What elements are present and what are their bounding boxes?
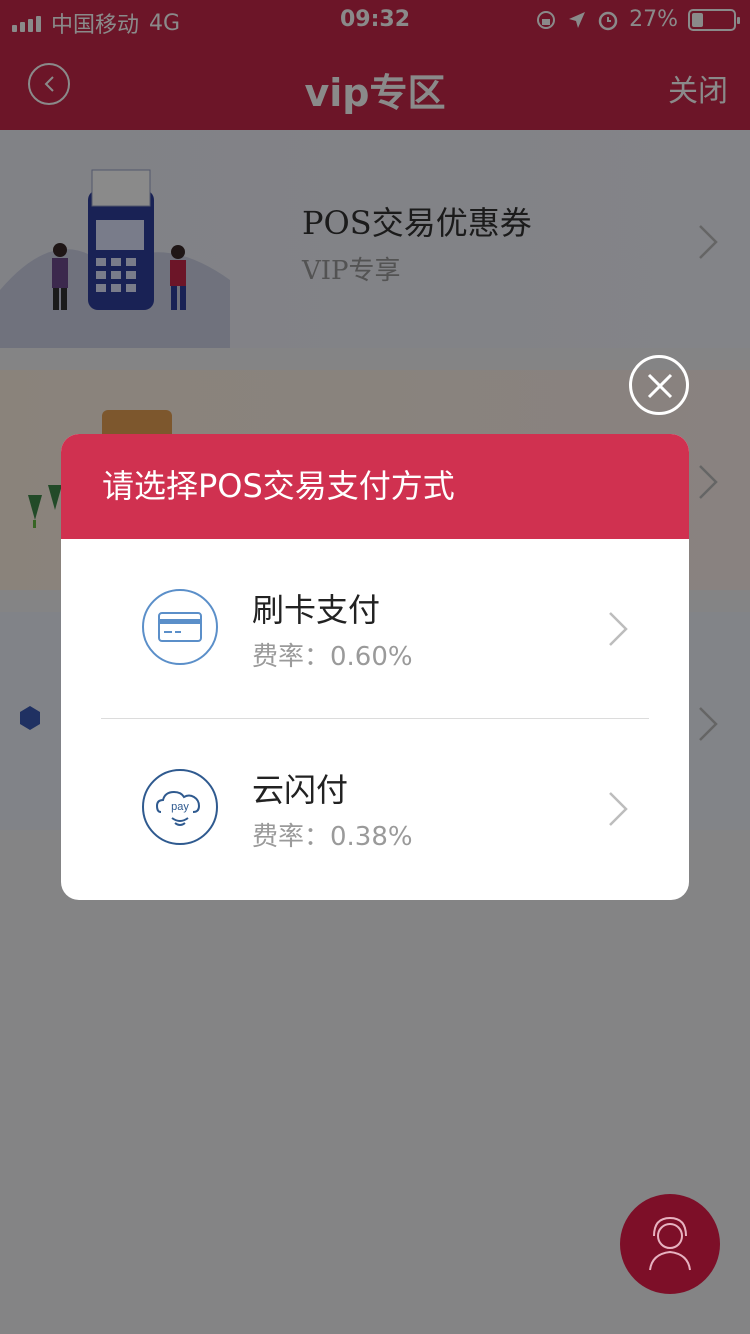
headset-icon [649, 1216, 691, 1271]
payment-method-dialog: 请选择POS交易支付方式 刷卡支付 费率：0.60% pay 云闪付 费率：0.… [61, 434, 689, 900]
option-rate: 费率：0.60% [252, 642, 413, 672]
dialog-title: 请选择POS交易支付方式 [61, 434, 689, 539]
chevron-right-icon [609, 612, 628, 646]
option-name: 云闪付 [252, 771, 349, 809]
close-icon [647, 373, 673, 399]
cloud-pay-icon-text: pay [171, 801, 189, 813]
chevron-right-icon [609, 792, 628, 826]
cloud-pay-option[interactable]: pay 云闪付 费率：0.38% [61, 719, 689, 899]
cloud-pay-icon: pay [142, 769, 218, 845]
card-payment-option[interactable]: 刷卡支付 费率：0.60% [61, 539, 689, 719]
option-rate: 费率：0.38% [252, 822, 413, 852]
option-name: 刷卡支付 [252, 591, 381, 629]
modal-close-button[interactable] [629, 355, 689, 415]
card-icon [142, 589, 218, 665]
customer-service-button[interactable] [620, 1194, 720, 1294]
